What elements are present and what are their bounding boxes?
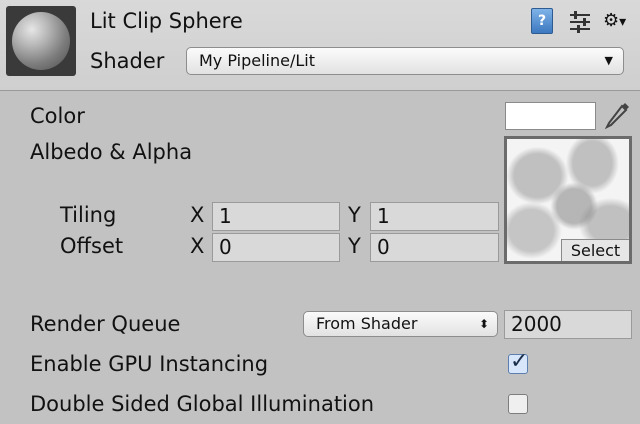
shader-label: Shader — [90, 49, 165, 73]
gpu-instancing-checkbox[interactable]: ✓ — [508, 349, 528, 374]
checkmark-icon: ✓ — [510, 349, 529, 374]
offset-x-label: X — [190, 234, 205, 258]
sphere-preview-image — [12, 12, 70, 70]
help-book-icon[interactable]: ? — [531, 8, 553, 34]
double-sided-gi-checkbox[interactable] — [508, 394, 528, 414]
offset-label: Offset — [60, 234, 124, 258]
up-down-arrows-icon: ⬍ — [478, 317, 489, 331]
color-swatch[interactable] — [505, 102, 596, 130]
double-sided-gi-label: Double Sided Global Illumination — [30, 392, 375, 416]
offset-y-label: Y — [348, 234, 361, 258]
settings-gear-icon[interactable]: ⚙▾ — [603, 8, 631, 34]
render-queue-mode-value: From Shader — [316, 314, 418, 333]
tiling-y-field[interactable]: 1 — [370, 202, 499, 231]
tiling-y-label: Y — [348, 203, 361, 227]
offset-x-field[interactable]: 0 — [212, 233, 340, 262]
albedo-texture-slot[interactable]: Select — [504, 136, 632, 264]
shader-dropdown[interactable]: My Pipeline/Lit ▼ — [186, 47, 624, 75]
albedo-alpha-label: Albedo & Alpha — [30, 140, 193, 164]
render-queue-value-field[interactable]: 2000 — [504, 310, 632, 339]
material-title: Lit Clip Sphere — [90, 9, 243, 33]
select-texture-button[interactable]: Select — [561, 239, 629, 261]
shader-dropdown-value: My Pipeline/Lit — [199, 51, 315, 70]
render-queue-label: Render Queue — [30, 312, 181, 336]
chevron-down-icon: ▼ — [604, 54, 613, 67]
tiling-x-field[interactable]: 1 — [212, 202, 340, 231]
material-preview — [6, 6, 76, 76]
tiling-label: Tiling — [60, 203, 117, 227]
offset-y-field[interactable]: 0 — [370, 233, 499, 262]
render-queue-dropdown[interactable]: From Shader ⬍ — [303, 311, 498, 337]
tiling-x-label: X — [190, 203, 205, 227]
gpu-instancing-label: Enable GPU Instancing — [30, 352, 269, 376]
eyedropper-icon[interactable] — [602, 100, 632, 132]
color-label: Color — [30, 104, 85, 128]
preset-sliders-icon[interactable] — [568, 10, 592, 34]
